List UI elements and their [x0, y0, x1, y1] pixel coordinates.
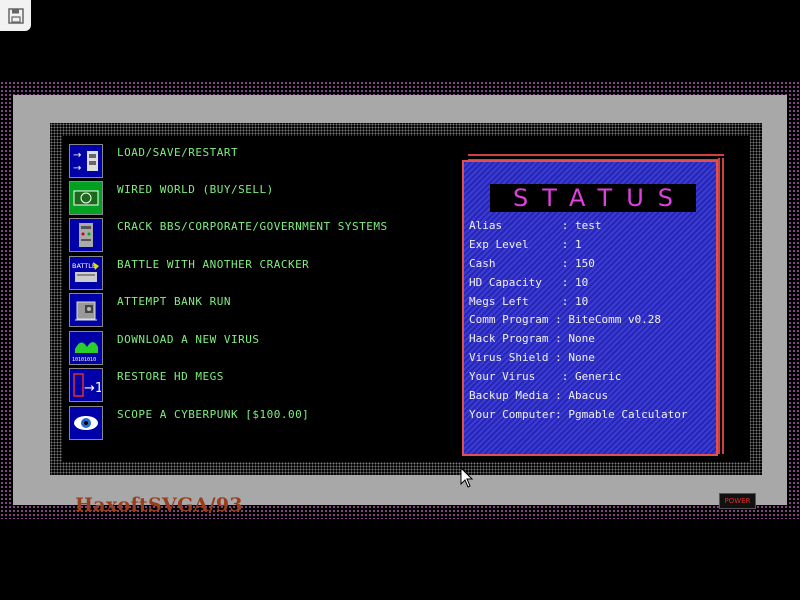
menu-label: RESTORE HD MEGS	[117, 370, 224, 383]
floppy-disk-icon	[7, 7, 24, 24]
menu-item-wired-world[interactable]: WIRED WORLD (BUY/SELL)	[69, 181, 449, 215]
svg-text:→: →	[73, 163, 81, 174]
menu-label: LOAD/SAVE/RESTART	[117, 146, 239, 159]
virus-icon: 10101010	[69, 331, 103, 365]
status-line: Your Virus : Generic	[469, 370, 622, 384]
monitor-bezel: → → LOAD/SAVE/RESTART WIRED WORLD (BUY/S…	[13, 95, 787, 516]
power-button[interactable]: POWER	[719, 493, 756, 509]
status-line: Megs Left : 10	[469, 294, 589, 308]
eye-icon	[69, 406, 103, 440]
menu-item-battle-cracker[interactable]: BATTLE BATTLE WITH ANOTHER CRACKER	[69, 256, 449, 290]
status-panel-side-edge	[718, 158, 724, 454]
status-panel-body: STATUS Alias : test Exp Level : 1 Cash : 1…	[462, 160, 718, 456]
menu-label: DOWNLOAD A NEW VIRUS	[117, 333, 260, 346]
status-lines: Alias : test Exp Level : 1 Cash : 150 HD Ca…	[469, 217, 688, 425]
load-save-icon: → →	[69, 144, 103, 178]
status-line: Comm Program : BiteComm v0.28	[469, 313, 662, 327]
mouse-cursor-icon	[460, 467, 474, 488]
screen-rim: → → LOAD/SAVE/RESTART WIRED WORLD (BUY/S…	[50, 123, 762, 475]
virus-icon-text: 10101010	[72, 357, 96, 363]
menu-label: ATTEMPT BANK RUN	[117, 295, 231, 308]
menu-label: SCOPE A CYBERPUNK [$100.00]	[117, 408, 310, 421]
brand-logo: HaxoftSVGA/93	[75, 494, 243, 516]
computer-tower-icon	[69, 218, 103, 252]
restore-icon-text: →1	[84, 381, 101, 396]
status-title-box: STATUS	[490, 184, 696, 212]
menu-item-crack-systems[interactable]: CRACK BBS/CORPORATE/GOVERNMENT SYSTEMS	[69, 218, 449, 252]
status-title: STATUS	[512, 184, 688, 212]
status-line: Hack Program : None	[469, 332, 595, 346]
status-line: Your Computer: Pgmable Calculator	[469, 407, 688, 421]
status-line: Exp Level : 1	[469, 237, 582, 251]
battle-icon: BATTLE	[69, 256, 103, 290]
game-screen: → → LOAD/SAVE/RESTART WIRED WORLD (BUY/S…	[62, 136, 750, 462]
status-line: Virus Shield : None	[469, 351, 595, 365]
menu-item-bank-run[interactable]: ATTEMPT BANK RUN	[69, 293, 449, 327]
status-line: Cash : 150	[469, 256, 595, 270]
restore-icon: →1	[69, 368, 103, 402]
money-icon	[69, 181, 103, 215]
save-state-button[interactable]	[0, 0, 31, 31]
status-line: Alias : test	[469, 219, 602, 232]
battle-icon-text: BATTLE	[72, 262, 96, 270]
bank-safe-icon	[69, 293, 103, 327]
svg-text:→: →	[73, 150, 81, 161]
monitor-frame: → → LOAD/SAVE/RESTART WIRED WORLD (BUY/S…	[0, 81, 800, 519]
menu-label: BATTLE WITH ANOTHER CRACKER	[117, 258, 310, 271]
status-line: Backup Media : Abacus	[469, 389, 609, 403]
menu-item-download-virus[interactable]: 10101010 DOWNLOAD A NEW VIRUS	[69, 331, 449, 365]
menu-item-restore-hd[interactable]: →1 RESTORE HD MEGS	[69, 368, 449, 402]
menu-label: CRACK BBS/CORPORATE/GOVERNMENT SYSTEMS	[117, 220, 388, 233]
menu-label: WIRED WORLD (BUY/SELL)	[117, 183, 274, 196]
status-line: HD Capacity : 10	[469, 275, 589, 289]
menu-item-load-save-restart[interactable]: → → LOAD/SAVE/RESTART	[69, 144, 449, 178]
status-panel: STATUS Alias : test Exp Level : 1 Cash : 1…	[462, 154, 724, 456]
menu-item-scope-cyberpunk[interactable]: SCOPE A CYBERPUNK [$100.00]	[69, 406, 449, 440]
